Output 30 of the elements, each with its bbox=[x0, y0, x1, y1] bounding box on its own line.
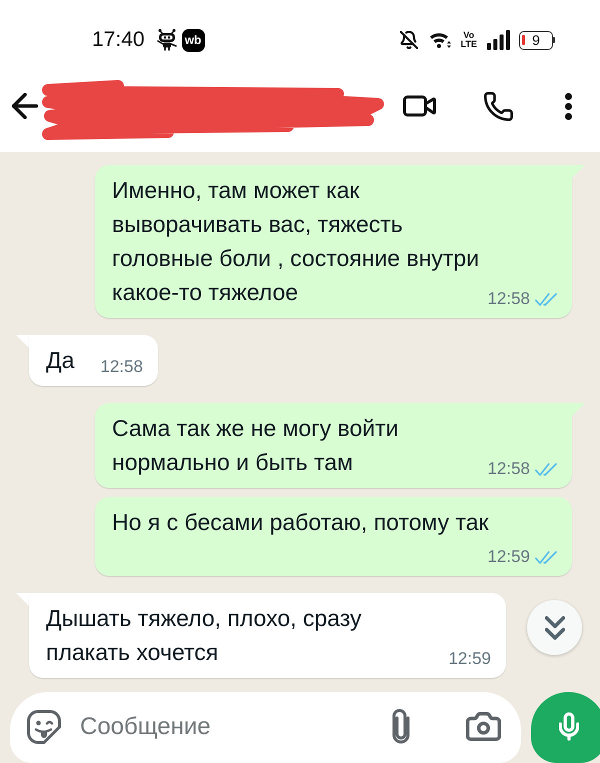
scroll-to-bottom-button[interactable] bbox=[527, 600, 582, 655]
message-text: Сама так же не могу войти нормально и быть там bbox=[112, 414, 398, 477]
message-text: Дышать тяжело, плохо, сразу плакать хочется bbox=[46, 604, 362, 667]
video-call-icon[interactable] bbox=[403, 95, 436, 117]
signal-icon bbox=[487, 30, 510, 50]
paperclip-icon[interactable] bbox=[390, 708, 412, 744]
bell-off-icon bbox=[400, 31, 418, 49]
voice-message-button[interactable] bbox=[531, 692, 600, 763]
microphone-icon bbox=[558, 712, 578, 741]
sticker-icon[interactable] bbox=[27, 710, 61, 744]
more-options-icon[interactable] bbox=[565, 92, 572, 120]
camera-icon[interactable] bbox=[466, 712, 501, 741]
status-time: 17:40 bbox=[92, 28, 145, 52]
message-time: 12:58 bbox=[487, 459, 530, 479]
volte-indicator: Vo LTE bbox=[460, 31, 477, 49]
message-text: Но я с бесами работаю, потому так bbox=[112, 508, 489, 537]
message-time: 12:58 bbox=[100, 357, 143, 377]
message-time: 12:59 bbox=[448, 649, 491, 669]
message-text: Да bbox=[46, 346, 74, 375]
message-time: 12:59 bbox=[487, 547, 530, 567]
message-text: Именно, там может как выворачивать вас, тяжесть головные боли , состояние внутри какое-то тяжелое bbox=[112, 176, 480, 307]
wifi-icon bbox=[430, 31, 452, 49]
message-time: 12:58 bbox=[487, 289, 530, 309]
double-chevron-down-icon bbox=[544, 616, 564, 640]
app-badge: wb bbox=[182, 28, 205, 52]
composer-bar[interactable]: Сообщение bbox=[10, 692, 521, 763]
battery-percentage: 9 bbox=[532, 33, 540, 47]
message-input[interactable]: Сообщение bbox=[80, 708, 390, 744]
phone-icon[interactable] bbox=[484, 92, 513, 120]
robot-icon bbox=[156, 29, 177, 51]
